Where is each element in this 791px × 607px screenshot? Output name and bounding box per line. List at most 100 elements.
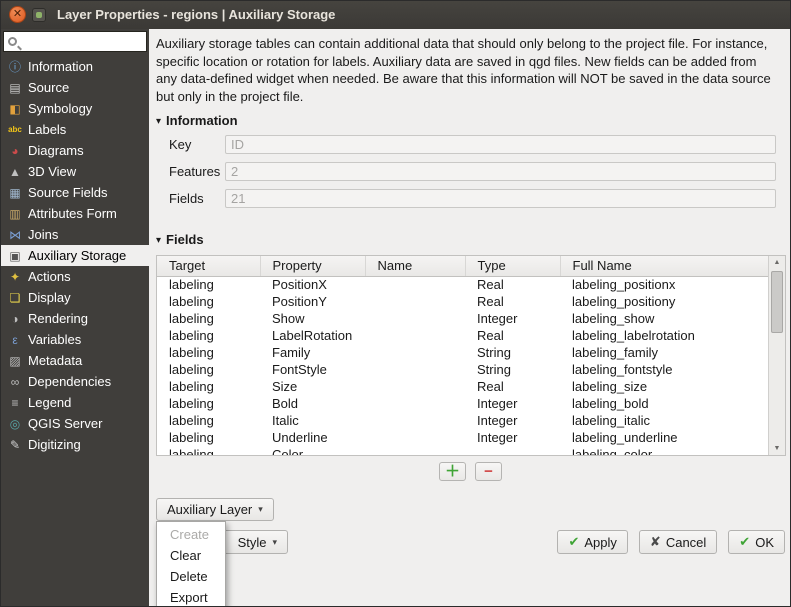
fields-table-body: labelingPositionXReallabeling_positionxl… [157,276,769,456]
sidebar-item-source[interactable]: ▤Source [1,77,149,98]
table-row[interactable]: labelingBoldIntegerlabeling_bold [157,395,769,412]
auxiliary-storage-icon: ▣ [6,250,24,262]
table-row[interactable]: labelingPositionXReallabeling_positionx [157,276,769,293]
remove-field-button[interactable]: − [475,462,502,481]
display-icon: ❏ [6,292,24,304]
cancel-button[interactable]: ✘ Cancel [639,530,717,554]
sidebar-item-diagrams[interactable]: ◕Diagrams [1,140,149,161]
table-cell: labeling_bold [560,395,769,412]
table-cell: LabelRotation [260,327,365,344]
table-cell: labeling [157,344,260,361]
diagrams-icon: ◕ [6,145,24,157]
fields-section-header[interactable]: ▾Fields [156,232,204,247]
sidebar-item-dependencies[interactable]: ∞Dependencies [1,371,149,392]
symbology-icon: ◧ [6,103,24,115]
table-cell: labeling_positionx [560,276,769,293]
table-cell: labeling [157,327,260,344]
sidebar-item-label: Attributes Form [28,206,117,221]
collapse-arrow-icon: ▾ [156,116,161,127]
sidebar-item-label: Source Fields [28,185,107,200]
sidebar-item-joins[interactable]: ⋈Joins [1,224,149,245]
sidebar-item-label: Dependencies [28,374,111,389]
information-section-header[interactable]: ▾Information [156,113,238,128]
3d-view-icon: ▲ [6,166,24,178]
table-row[interactable]: labelingLabelRotation Reallabeling_labelr… [157,327,769,344]
search-input[interactable] [17,32,146,51]
sidebar-item-variables[interactable]: εVariables [1,329,149,350]
apply-button[interactable]: ✔ Apply [557,530,627,554]
column-header-target: Target [157,256,260,276]
scroll-down-icon[interactable]: ▼ [769,442,785,455]
table-row[interactable]: labelingFamilyStringlabeling_family [157,344,769,361]
sidebar-item-auxiliary-storage[interactable]: ▣ Auxiliary Storage [1,245,149,266]
table-row[interactable]: labelingItalicIntegerlabeling_italic [157,412,769,429]
table-row[interactable]: labelingSizeReallabeling_size [157,378,769,395]
titlebar: ✕ Layer Properties - regions | Auxiliary… [1,1,790,29]
table-cell: String [465,344,560,361]
window-icon [32,8,46,22]
table-scrollbar[interactable]: ▲ ▼ [768,256,785,455]
sidebar-item-label: Variables [28,332,81,347]
key-row: Key ID [169,135,776,154]
sidebar-item-information[interactable]: ⓘInformation [1,56,149,77]
features-row: Features 2 [169,162,776,181]
menu-item-clear[interactable]: Clear [157,545,225,566]
table-row[interactable]: labelingColorlabeling_color [157,446,769,456]
ok-button[interactable]: ✔ OK [728,530,785,554]
auxiliary-layer-button[interactable]: Auxiliary Layer ▾ [156,498,274,521]
table-row[interactable]: labelingUnderlineIntegerlabeling_underli… [157,429,769,446]
sidebar-item-rendering[interactable]: ◑Rendering [1,308,149,329]
sidebar-item-attributes-form[interactable]: ▥Attributes Form [1,203,149,224]
sidebar-nav: ⓘInformation▤Source◧SymbologyabcLabels◕D… [1,56,149,455]
table-cell: FontStyle [260,361,365,378]
sidebar-item-label: 3D View [28,164,76,179]
table-cell: Italic [260,412,365,429]
sidebar-item-labels[interactable]: abcLabels [1,119,149,140]
sidebar-item-label: Source [28,80,69,95]
table-cell: labeling_labelrotation [560,327,769,344]
table-cell: labeling_family [560,344,769,361]
add-field-button[interactable]: ＋ [439,462,466,481]
sidebar-item-display[interactable]: ❏Display [1,287,149,308]
sidebar-item-digitizing[interactable]: ✎Digitizing [1,434,149,455]
chevron-down-icon: ▾ [272,537,277,548]
fields-count-row: Fields 21 [169,189,776,208]
x-icon: ✘ [650,534,661,550]
table-cell [365,378,465,395]
layer-properties-window: ✕ Layer Properties - regions | Auxiliary… [0,0,791,607]
table-cell: Integer [465,429,560,446]
sidebar-item-label: Information [28,59,93,74]
fields-table: TargetPropertyNameTypeFull Name labeling… [156,255,786,456]
joins-icon: ⋈ [6,229,24,241]
table-row[interactable]: labelingShowIntegerlabeling_show [157,310,769,327]
scrollbar-thumb[interactable] [771,271,783,333]
style-button-label: Style [238,535,267,550]
sidebar-item-symbology[interactable]: ◧Symbology [1,98,149,119]
table-cell: Integer [465,395,560,412]
sidebar-item-metadata[interactable]: ▨Metadata [1,350,149,371]
server-icon: ◎ [6,418,24,430]
table-cell: Show [260,310,365,327]
sidebar-item-actions[interactable]: ✦Actions [1,266,149,287]
search-icon [8,37,17,46]
fields-table-header-row: TargetPropertyNameTypeFull Name [157,256,769,276]
table-cell: Integer [465,310,560,327]
sidebar-item-qgis-server[interactable]: ◎QGIS Server [1,413,149,434]
key-label: Key [169,137,225,152]
window-title: Layer Properties - regions | Auxiliary S… [57,7,335,22]
menu-item-delete[interactable]: Delete [157,566,225,587]
table-cell [365,361,465,378]
sidebar-item-3d-view[interactable]: ▲ 3D View [1,161,149,182]
table-row[interactable]: labelingPositionYReallabeling_positiony [157,293,769,310]
sidebar-item-label: Metadata [28,353,82,368]
table-cell: Real [465,327,560,344]
sidebar-item-source-fields[interactable]: ▦Source Fields [1,182,149,203]
menu-item-export[interactable]: Export [157,587,225,607]
close-icon: ✕ [13,9,22,20]
table-cell: Real [465,293,560,310]
scroll-up-icon[interactable]: ▲ [769,256,785,269]
sidebar-item-legend[interactable]: ≡Legend [1,392,149,413]
sidebar-item-label: Auxiliary Storage [28,248,126,263]
table-row[interactable]: labelingFontStyleStringlabeling_fontstyl… [157,361,769,378]
close-button[interactable]: ✕ [9,6,26,23]
